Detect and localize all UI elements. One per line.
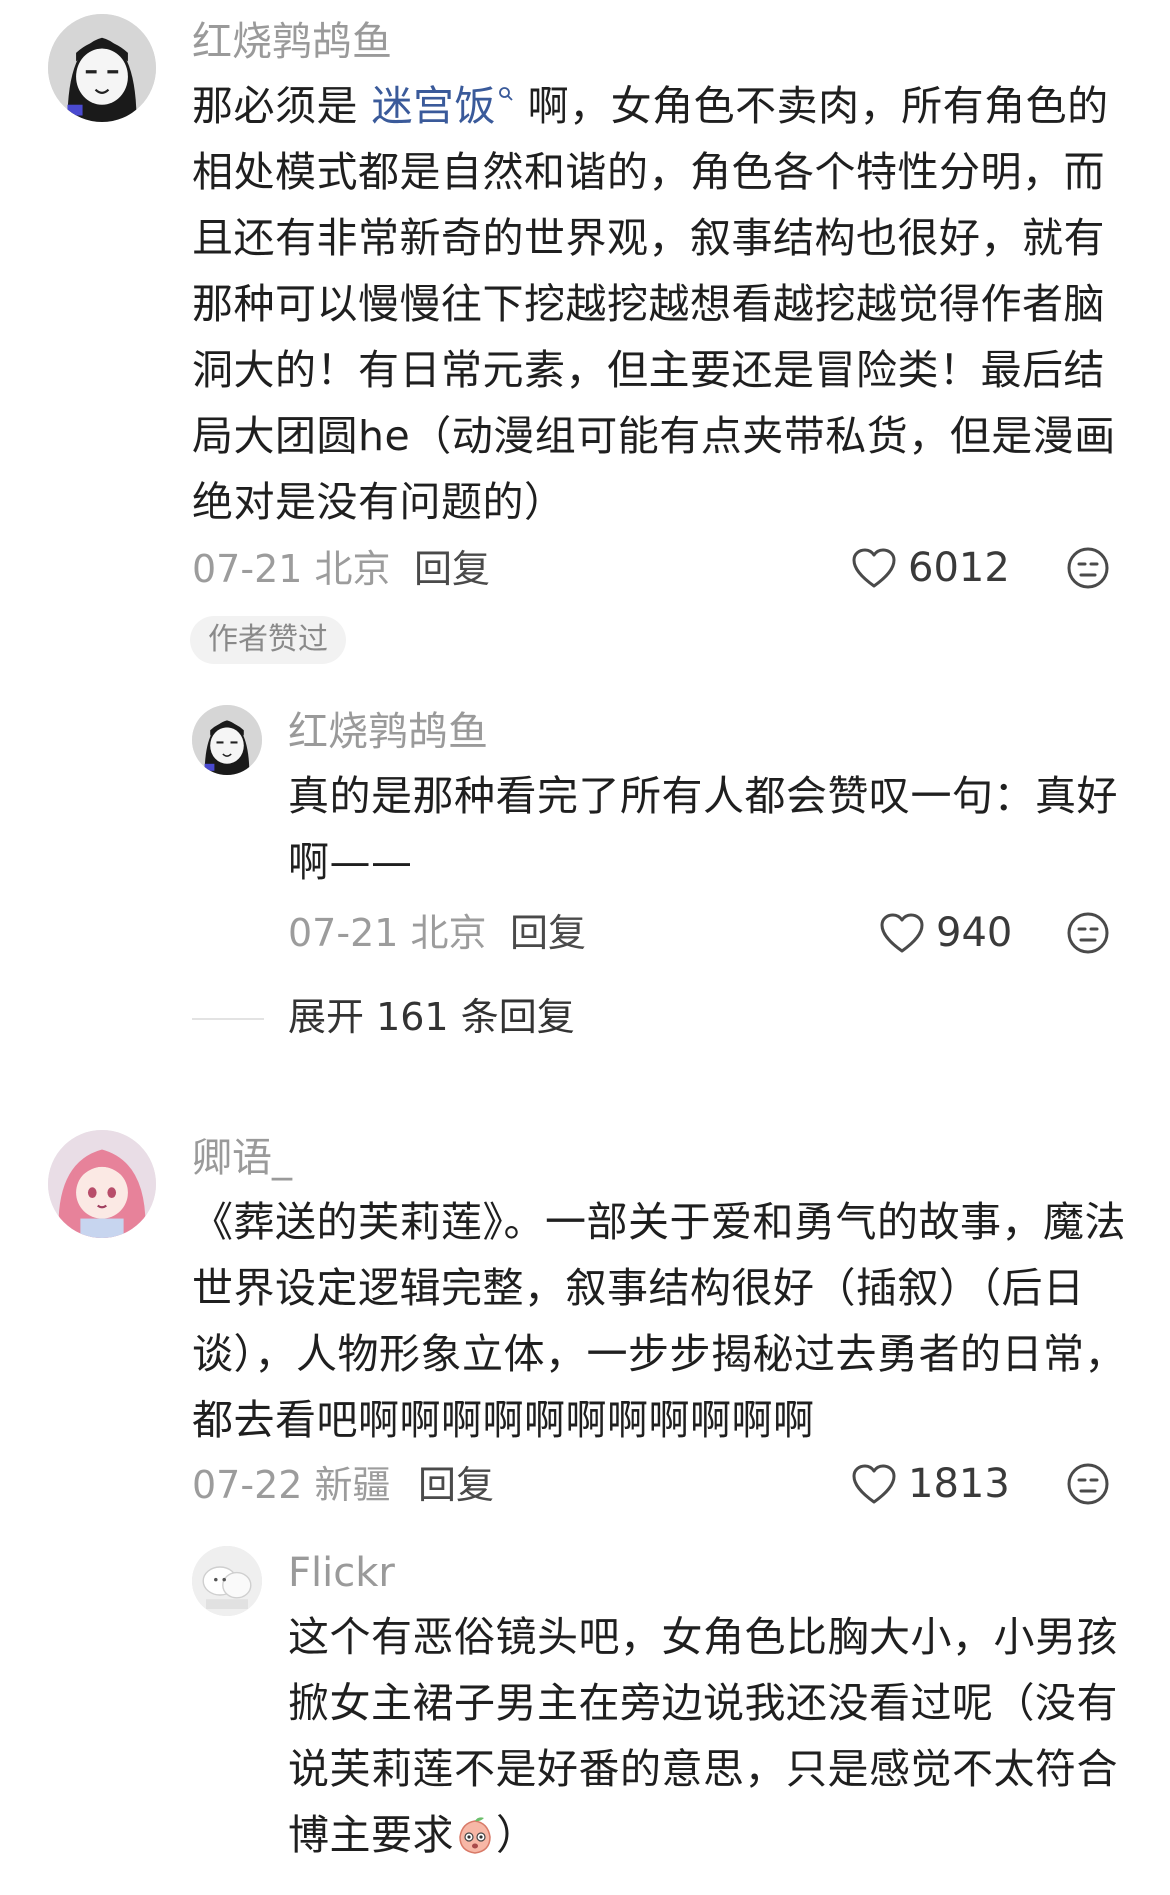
neutral-face-icon[interactable]: [1066, 546, 1110, 590]
like-button[interactable]: 940: [878, 911, 1012, 955]
peach-face-sticker: [459, 1817, 491, 1854]
search-link[interactable]: 迷宫饭: [372, 82, 515, 130]
reply-text: 这个有恶俗镜头吧，女角色比胸大小，小男孩掀女主裙子男主在旁边说我还没看过呢（没有…: [288, 1604, 1138, 1868]
expand-divider: [192, 1018, 264, 1020]
username[interactable]: 红烧鹑鸪鱼: [192, 22, 392, 62]
date-location: 07-21 北京: [288, 911, 487, 955]
search-icon[interactable]: [498, 86, 514, 102]
like-count: 1813: [908, 1461, 1010, 1507]
date-location: 07-21 北京: [192, 547, 391, 591]
comment-text-before-link: 那必须是: [192, 82, 372, 130]
search-link-label[interactable]: 迷宫饭: [372, 82, 497, 130]
neutral-face-icon[interactable]: [1066, 911, 1110, 955]
expand-replies-button[interactable]: 展开 161 条回复: [288, 998, 575, 1036]
like-button[interactable]: 6012: [850, 546, 1010, 590]
date-location: 07-22 新疆: [192, 1463, 391, 1507]
avatar[interactable]: [48, 1130, 156, 1238]
reply-text-end: ）: [496, 1811, 538, 1859]
comment-text: 《葬送的芙莉莲》。一部关于爱和勇气的故事，魔法世界设定逻辑完整，叙事结构很好（插…: [192, 1198, 1126, 1444]
heart-outline-icon: [852, 1464, 896, 1504]
avatar[interactable]: [192, 1546, 262, 1616]
heart-outline-icon: [880, 913, 924, 953]
username[interactable]: Flickr: [288, 1553, 395, 1593]
avatar[interactable]: [192, 705, 262, 775]
reply-text-main: 这个有恶俗镜头吧，女角色比胸大小，小男孩掀女主裙子男主在旁边说我还没看过呢（没有…: [288, 1613, 1118, 1859]
reply-button[interactable]: 回复: [418, 1466, 494, 1504]
neutral-face-icon[interactable]: [1066, 1462, 1110, 1506]
username[interactable]: 红烧鹑鸪鱼: [288, 712, 488, 752]
heart-outline-icon: [852, 548, 896, 588]
like-count: 6012: [908, 545, 1010, 591]
author-liked-badge: 作者赞过: [190, 616, 346, 664]
reply-text: 真的是那种看完了所有人都会赞叹一句：真好啊——: [288, 772, 1118, 886]
username[interactable]: 卿语_: [192, 1138, 292, 1178]
like-count: 940: [936, 910, 1013, 956]
reply-button[interactable]: 回复: [510, 914, 586, 952]
comment-text: 那必须是 迷宫饭 啊，女角色不卖肉，所有角色的相处模式都是自然和谐的，角色各个特…: [192, 73, 1132, 535]
like-button[interactable]: 1813: [850, 1462, 1010, 1506]
reply-button[interactable]: 回复: [414, 550, 490, 588]
comment-text-after-link: 啊，女角色不卖肉，所有角色的相处模式都是自然和谐的，角色各个特性分明，而且还有非…: [192, 82, 1116, 526]
avatar[interactable]: [48, 14, 156, 122]
